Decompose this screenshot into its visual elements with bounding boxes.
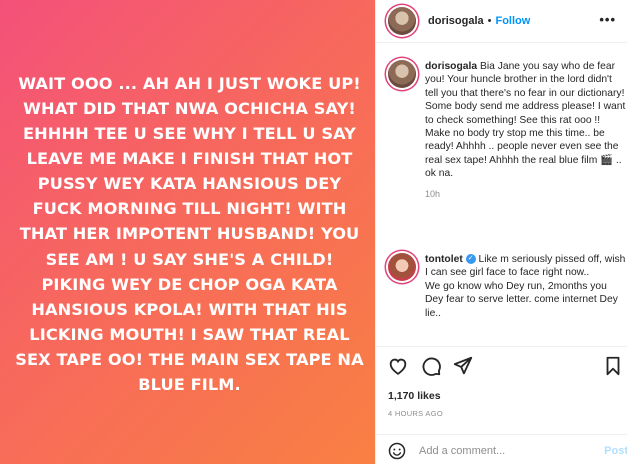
action-bar: [376, 346, 627, 381]
follow-button[interactable]: Follow: [495, 15, 530, 27]
verified-badge-icon: ✓: [465, 254, 476, 265]
bookmark-icon[interactable]: [602, 355, 624, 377]
post-image[interactable]: WAIT OOO ... AH AH I JUST WOKE UP! WHAT …: [0, 0, 375, 464]
caption-username[interactable]: dorisogala: [425, 61, 477, 72]
caption-text: Bia Jane you say who de fear you! Your h…: [425, 61, 626, 180]
more-options-icon[interactable]: •••: [599, 12, 616, 27]
caption: dorisogala Bia Jane you say who de fear …: [388, 60, 627, 199]
comment-item: tontolet ✓ Like m seriously pissed off, …: [388, 253, 627, 320]
post-timestamp: 4 HOURS AGO: [388, 409, 443, 418]
smiley-icon[interactable]: [388, 442, 406, 460]
comment-body: tontolet ✓ Like m seriously pissed off, …: [425, 253, 627, 320]
instagram-post-view: WAIT OOO ... AH AH I JUST WOKE UP! WHAT …: [0, 0, 627, 464]
likes-count[interactable]: 1,170 likes: [388, 390, 441, 402]
caption-time: 10h: [425, 188, 441, 199]
heart-icon[interactable]: [387, 355, 409, 377]
caption-body: dorisogala Bia Jane you say who de fear …: [425, 60, 627, 181]
post-side-panel: dorisogala • Follow ••• dorisogala Bia J…: [375, 0, 627, 464]
caption-avatar[interactable]: [388, 60, 416, 88]
comment-icon[interactable]: [420, 355, 442, 377]
share-icon[interactable]: [452, 355, 474, 377]
separator-dot: •: [487, 15, 492, 27]
author-avatar[interactable]: [388, 7, 416, 35]
comment-username[interactable]: tontolet: [425, 254, 463, 265]
add-comment-bar: Add a comment... Post: [376, 434, 627, 465]
commenter-avatar[interactable]: [388, 253, 416, 281]
comment-input[interactable]: Add a comment...: [419, 445, 505, 457]
author-username[interactable]: dorisogala: [428, 15, 484, 27]
post-comment-button[interactable]: Post: [604, 445, 627, 457]
post-image-text: WAIT OOO ... AH AH I JUST WOKE UP! WHAT …: [15, 73, 364, 395]
post-header: dorisogala • Follow •••: [376, 0, 627, 43]
